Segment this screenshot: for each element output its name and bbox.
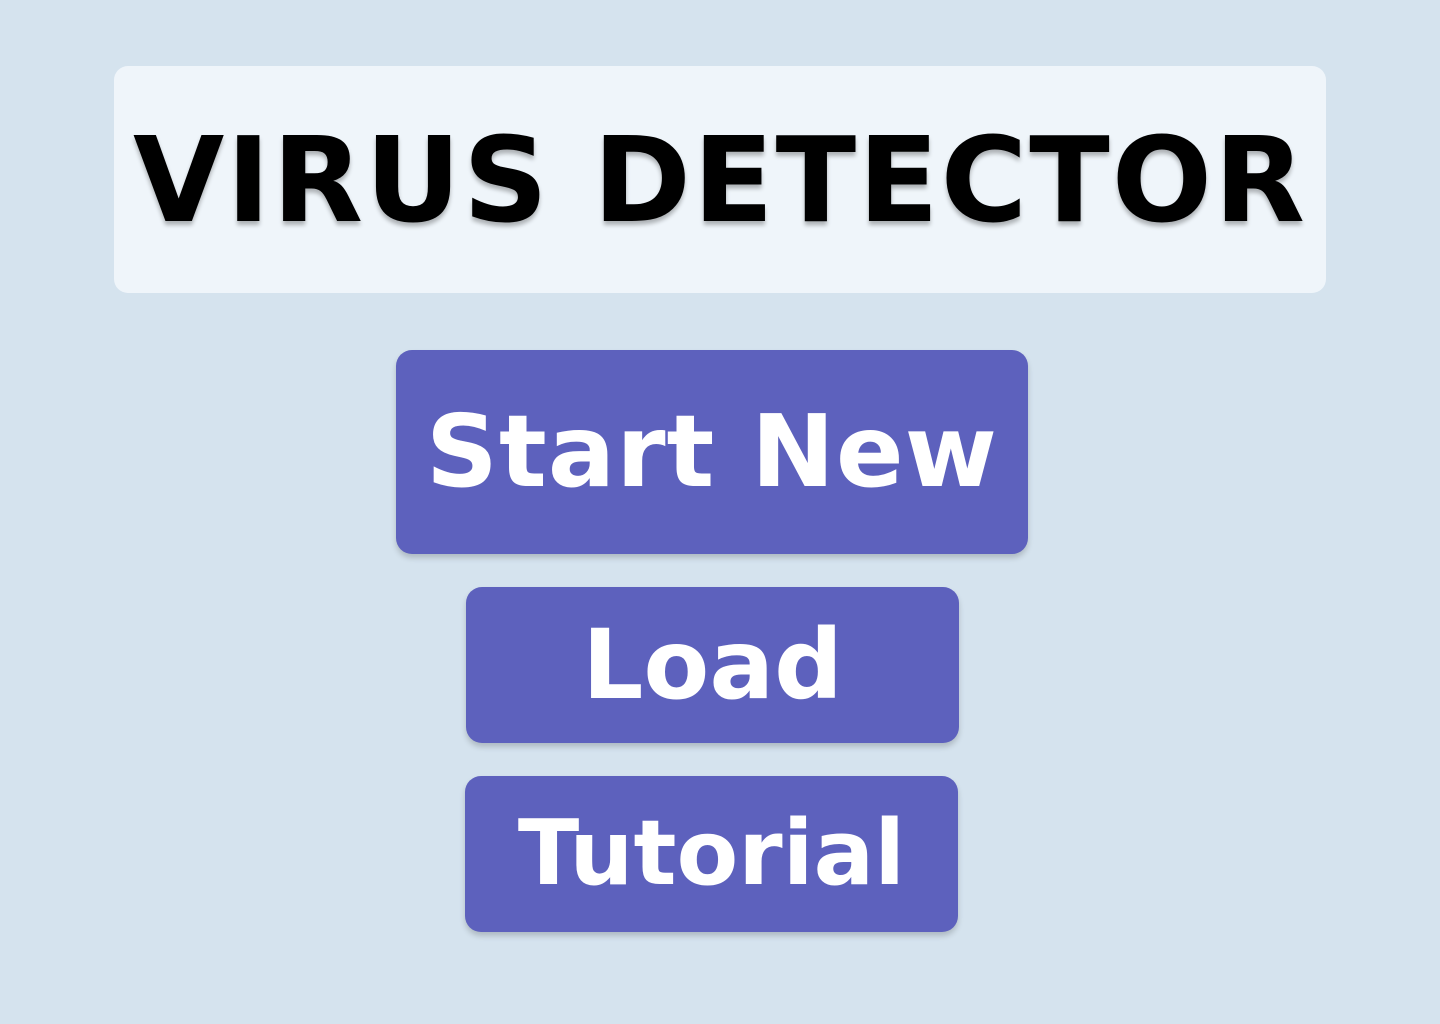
load-button[interactable]: Load bbox=[466, 587, 959, 743]
start-new-label: Start New bbox=[425, 393, 999, 510]
tutorial-label: Tutorial bbox=[517, 801, 906, 906]
start-new-button[interactable]: Start New bbox=[396, 350, 1028, 554]
title-panel: VIRUS DETECTOR bbox=[114, 66, 1326, 293]
game-title: VIRUS DETECTOR bbox=[133, 110, 1307, 249]
tutorial-button[interactable]: Tutorial bbox=[465, 776, 958, 932]
load-label: Load bbox=[582, 609, 843, 721]
